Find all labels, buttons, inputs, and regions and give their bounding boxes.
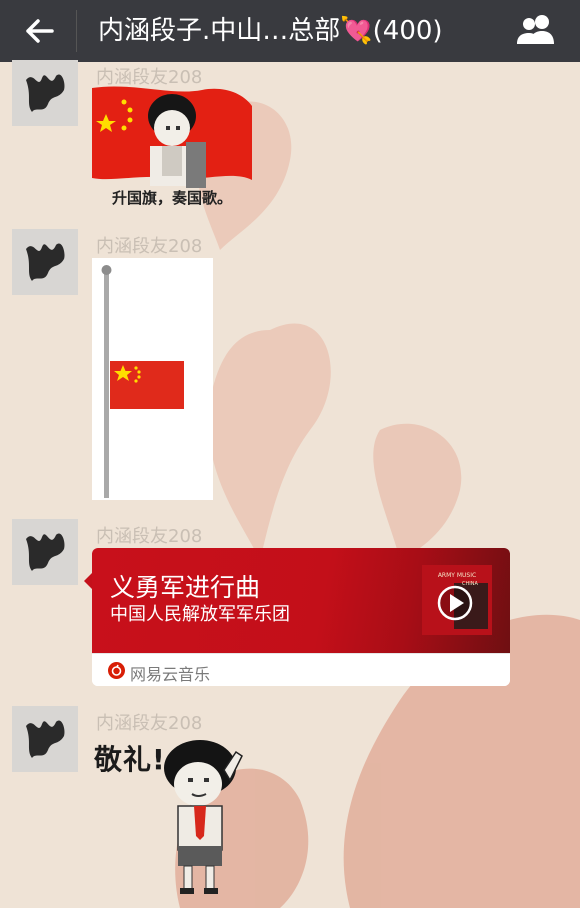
chat-header: 内涵段子.中山…总部💘(400) (0, 0, 580, 62)
album-text-army: ARMY MUSIC (438, 572, 476, 579)
sender-name: 内涵段友208 (96, 713, 203, 734)
music-card-footer: 网易云音乐 (92, 653, 510, 686)
chat-title: 内涵段子.中山…总部💘(400) (98, 16, 443, 46)
sender-avatar[interactable] (12, 60, 78, 126)
netease-music-icon (108, 662, 125, 679)
album-text-china: CHINA (462, 581, 478, 587)
album-cover[interactable]: ARMY MUSIC CHINA (422, 565, 492, 635)
header-divider (76, 10, 77, 52)
sender-avatar[interactable] (12, 519, 78, 585)
back-button[interactable] (22, 10, 58, 52)
group-members-button[interactable] (512, 10, 560, 50)
avatar-image (12, 519, 78, 585)
avatar-image (12, 706, 78, 772)
salute-sticker[interactable] (150, 740, 260, 900)
music-card-header: 义勇军进行曲 中国人民解放军军乐团 ARMY MUSIC CHINA (92, 548, 510, 653)
music-source-label: 网易云音乐 (130, 665, 211, 684)
song-artist: 中国人民解放军军乐团 (110, 604, 290, 625)
sender-avatar[interactable] (12, 706, 78, 772)
song-title: 义勇军进行曲 (110, 573, 261, 602)
chat-background (0, 0, 580, 908)
avatar-image (12, 229, 78, 295)
sticker-caption: 升国旗，奏国歌。 (112, 189, 232, 207)
sender-name: 内涵段友208 (96, 526, 203, 547)
flag-raising-sticker[interactable]: 升国旗，奏国歌。 (92, 86, 254, 212)
sender-name: 内涵段友208 (96, 236, 203, 257)
arrow-left-icon (26, 19, 54, 43)
music-share-card[interactable]: 义勇军进行曲 中国人民解放军军乐团 ARMY MUSIC CHINA 网易云音乐 (92, 548, 510, 686)
half-mast-flag-image[interactable] (92, 258, 213, 500)
sender-avatar[interactable] (12, 229, 78, 295)
group-members-icon (517, 15, 554, 44)
avatar-image (12, 60, 78, 126)
